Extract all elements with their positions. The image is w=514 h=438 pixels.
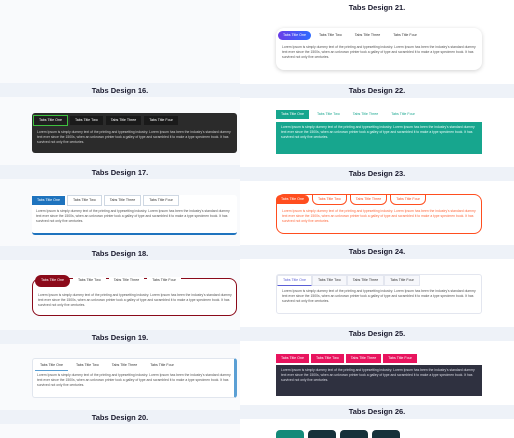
tab-one[interactable]: Tabs Title One bbox=[35, 361, 68, 371]
tab-four[interactable]: Tabs Title Four bbox=[144, 116, 178, 125]
tab-one[interactable]: Tabs Title One bbox=[278, 31, 311, 40]
tab-four[interactable]: Tabs Title Four bbox=[384, 275, 420, 286]
tab-two[interactable]: Tabs Title Two bbox=[314, 31, 347, 40]
tab-bar: Tabs Title One Tabs Title Two Tabs Title… bbox=[35, 275, 181, 287]
tab-one[interactable]: Tabs Title One bbox=[33, 115, 68, 126]
tab-three[interactable]: Tabs Title Three bbox=[107, 362, 143, 371]
section-title-22: Tabs Design 22. bbox=[348, 86, 406, 95]
section-title-24: Tabs Design 24. bbox=[348, 247, 406, 256]
tab-bar: Tabs Title One Tabs Title Two Tabs Title… bbox=[276, 110, 420, 119]
tab-three[interactable]: Tabs Title Three bbox=[105, 116, 142, 125]
section-title-20: Tabs Design 20. bbox=[91, 413, 149, 422]
tab-two[interactable]: Tabs Title Two bbox=[310, 354, 344, 363]
tabs-demo-26 bbox=[276, 430, 400, 438]
tabs-demo-19: Tabs Title One Tabs Title Two Tabs Title… bbox=[32, 358, 237, 398]
tab-one[interactable] bbox=[276, 430, 304, 438]
tab-three[interactable]: Tabs Title Three bbox=[345, 354, 382, 363]
right-column: Tabs Design 21. Tabs Title One Tabs Titl… bbox=[240, 0, 514, 438]
tab-four[interactable]: Tabs Title Four bbox=[383, 354, 417, 363]
tab-three[interactable]: Tabs Title Three bbox=[348, 110, 384, 119]
tab-three[interactable]: Tabs Title Three bbox=[103, 195, 142, 206]
tab-four[interactable]: Tabs Title Four bbox=[147, 276, 181, 286]
tab-bar: Tabs Title One Tabs Title Two Tabs Title… bbox=[33, 115, 178, 126]
tabs-demo-25: Tabs Title One Tabs Title Two Tabs Title… bbox=[276, 354, 482, 396]
tab-two[interactable]: Tabs Title Two bbox=[71, 362, 104, 371]
tab-four[interactable]: Tabs Title Four bbox=[143, 195, 179, 206]
tab-content-text: Lorem Ipsum is simply dummy text of the … bbox=[37, 130, 231, 145]
tab-three[interactable]: Tabs Title Three bbox=[346, 275, 385, 286]
tab-one[interactable]: Tabs Title One bbox=[32, 196, 65, 205]
tab-content-text: Lorem Ipsum is simply dummy text of the … bbox=[282, 45, 476, 60]
tab-bar: Tabs Title One Tabs Title Two Tabs Title… bbox=[35, 361, 179, 371]
section-title-16: Tabs Design 16. bbox=[91, 86, 149, 95]
tab-bar: Tabs Title One Tabs Title Two Tabs Title… bbox=[276, 354, 417, 363]
tab-three[interactable]: Tabs Title Three bbox=[108, 276, 145, 286]
tab-bar: Tabs Title One Tabs Title Two Tabs Title… bbox=[278, 31, 422, 40]
tab-one[interactable]: Tabs Title One bbox=[276, 195, 309, 204]
tab-three[interactable]: Tabs Title Three bbox=[349, 194, 388, 205]
tabs-demo-21: Tabs Title One Tabs Title Two Tabs Title… bbox=[276, 28, 482, 70]
section-title-21: Tabs Design 21. bbox=[348, 3, 406, 12]
tab-four[interactable]: Tabs Title Four bbox=[388, 31, 422, 40]
tabs-demo-18: Tabs Title One Tabs Title Two Tabs Title… bbox=[32, 275, 237, 316]
tab-two[interactable]: Tabs Title Two bbox=[311, 194, 347, 205]
tab-one[interactable]: Tabs Title One bbox=[276, 110, 309, 119]
section-title-19: Tabs Design 19. bbox=[91, 333, 149, 342]
tab-three[interactable]: Tabs Title Three bbox=[350, 31, 386, 40]
tab-two[interactable]: Tabs Title Two bbox=[72, 276, 106, 286]
tabs-demo-17: Tabs Title One Tabs Title Two Tabs Title… bbox=[32, 195, 237, 235]
left-column: Tabs Design 16. Tabs Title One Tabs Titl… bbox=[0, 0, 240, 438]
tab-content-text: Lorem Ipsum is simply dummy text of the … bbox=[276, 365, 482, 396]
section-title-18: Tabs Design 18. bbox=[91, 249, 149, 258]
tab-bar: Tabs Title One Tabs Title Two Tabs Title… bbox=[276, 194, 426, 205]
section-title-26: Tabs Design 26. bbox=[348, 407, 406, 416]
tab-two[interactable]: Tabs Title Two bbox=[312, 110, 345, 119]
tab-content-text: Lorem Ipsum is simply dummy text of the … bbox=[282, 209, 476, 224]
tab-content-text: Lorem Ipsum is simply dummy text of the … bbox=[37, 373, 231, 388]
tab-one[interactable]: Tabs Title One bbox=[277, 275, 312, 286]
tab-content-text: Lorem Ipsum is simply dummy text of the … bbox=[38, 293, 232, 308]
tabs-demo-16: Tabs Title One Tabs Title Two Tabs Title… bbox=[32, 113, 237, 153]
tab-four[interactable]: Tabs Title Four bbox=[145, 362, 179, 371]
tab-two[interactable]: Tabs Title Two bbox=[311, 275, 347, 286]
tab-three[interactable] bbox=[340, 430, 368, 438]
tab-one[interactable]: Tabs Title One bbox=[276, 354, 309, 363]
tab-content-text: Lorem Ipsum is simply dummy text of the … bbox=[276, 122, 482, 154]
tab-four[interactable]: Tabs Title Four bbox=[390, 194, 426, 205]
section-title-17: Tabs Design 17. bbox=[91, 168, 149, 177]
tab-two[interactable]: Tabs Title Two bbox=[69, 116, 103, 125]
tabs-demo-24: Tabs Title One Tabs Title Two Tabs Title… bbox=[276, 274, 482, 314]
tab-two[interactable] bbox=[308, 430, 336, 438]
tab-one[interactable]: Tabs Title One bbox=[35, 275, 70, 287]
section-title-25: Tabs Design 25. bbox=[348, 329, 406, 338]
tab-bar: Tabs Title One Tabs Title Two Tabs Title… bbox=[32, 195, 179, 206]
tab-bar: Tabs Title One Tabs Title Two Tabs Title… bbox=[277, 275, 420, 286]
tab-content-text: Lorem Ipsum is simply dummy text of the … bbox=[282, 289, 476, 304]
tab-two[interactable]: Tabs Title Two bbox=[66, 195, 102, 206]
tab-four[interactable]: Tabs Title Four bbox=[386, 110, 420, 119]
tabs-demo-23: Tabs Title One Tabs Title Two Tabs Title… bbox=[276, 194, 482, 234]
tab-content-text: Lorem Ipsum is simply dummy text of the … bbox=[36, 209, 230, 224]
tabs-demo-22: Tabs Title One Tabs Title Two Tabs Title… bbox=[276, 110, 482, 154]
section-title-23: Tabs Design 23. bbox=[348, 169, 406, 178]
tab-four[interactable] bbox=[372, 430, 400, 438]
